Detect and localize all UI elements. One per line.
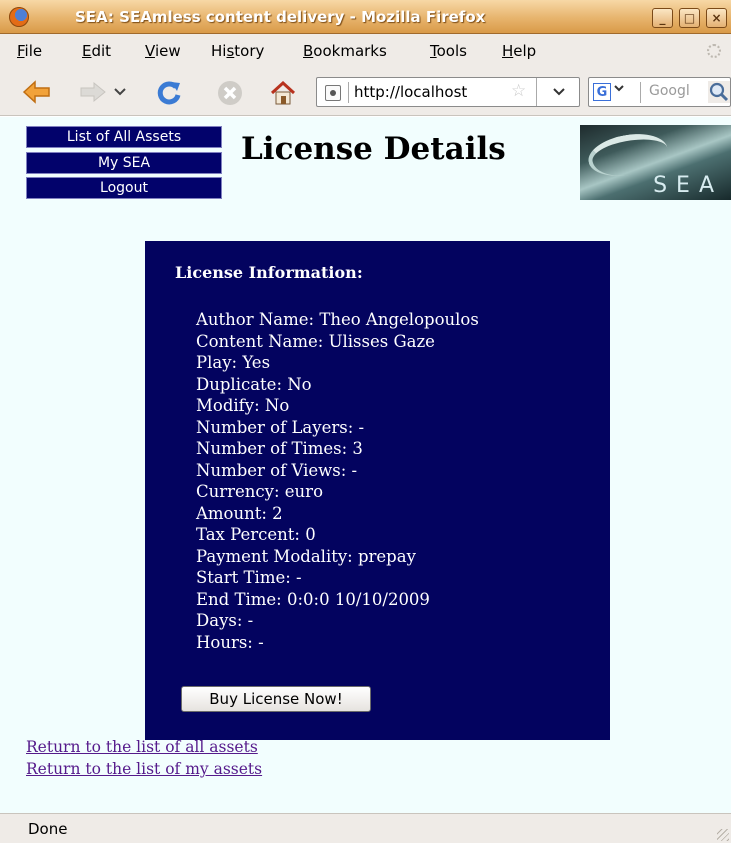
minimize-button[interactable]: _ — [652, 8, 673, 28]
nav-button-logout[interactable]: Logout — [26, 177, 222, 199]
license-amount: Amount: 2 — [196, 503, 283, 523]
maximize-button[interactable]: □ — [679, 8, 700, 28]
license-content-name: Content Name: Ulisses Gaze — [196, 331, 435, 351]
url-bar[interactable]: http://localhost ☆ — [316, 77, 580, 107]
firefox-logo-icon — [9, 7, 29, 27]
license-payment-modality: Payment Modality: prepay — [196, 546, 416, 566]
menu-edit-label: dit — [91, 42, 112, 60]
menu-file-label: ile — [24, 42, 43, 60]
search-input[interactable]: Googl — [649, 83, 690, 99]
resize-grip-icon[interactable] — [717, 829, 729, 841]
close-button[interactable]: × — [706, 8, 727, 28]
status-text: Done — [28, 820, 68, 838]
sea-logo: SEA — [580, 125, 731, 200]
stop-icon — [215, 78, 245, 108]
license-author-name: Author Name: Theo Angelopoulos — [196, 310, 479, 329]
url-dropdown-icon[interactable] — [536, 78, 580, 106]
window-title-bar[interactable]: SEA: SEAmless content delivery - Mozilla… — [0, 0, 731, 34]
license-hours: Hours: - — [196, 632, 264, 652]
license-information-panel: License Information: Author Name: Theo A… — [145, 241, 610, 740]
window-title: SEA: SEAmless content delivery - Mozilla… — [75, 8, 486, 26]
menu-bookmarks-label: ookmarks — [313, 42, 387, 60]
site-identity-icon[interactable] — [325, 85, 341, 101]
license-modify: Modify: No — [196, 396, 290, 415]
license-number-of-times: Number of Times: 3 — [196, 439, 363, 458]
nav-button-my-sea[interactable]: My SEA — [26, 152, 222, 174]
license-tax-percent: Tax Percent: 0 — [196, 525, 316, 544]
link-return-all-assets[interactable]: Return to the list of all assets — [26, 738, 258, 756]
menu-view-label: iew — [154, 42, 181, 60]
license-currency: Currency: euro — [196, 482, 323, 501]
page-title: License Details — [241, 131, 506, 167]
license-days: Days: - — [196, 611, 254, 630]
menu-help-label: elp — [513, 42, 537, 60]
license-heading: License Information: — [175, 263, 363, 282]
license-number-of-views: Number of Views: - — [196, 460, 358, 480]
back-arrow-icon[interactable] — [22, 78, 52, 106]
license-start-time: Start Time: - — [196, 568, 302, 587]
status-bar: Done — [0, 813, 731, 843]
menu-history-prefix: Hi — [211, 42, 227, 60]
link-return-my-assets[interactable]: Return to the list of my assets — [26, 760, 262, 778]
search-bar[interactable]: G Googl — [588, 77, 731, 107]
history-dropdown-icon[interactable] — [112, 84, 128, 100]
buy-license-button[interactable]: Buy License Now! — [181, 686, 371, 712]
menu-view[interactable]: View — [145, 42, 181, 60]
menu-tools-mnemonic: T — [430, 42, 437, 60]
license-play: Play: Yes — [196, 353, 271, 372]
license-end-time: End Time: 0:0:0 10/10/2009 — [196, 589, 430, 609]
menu-history-label: tory — [234, 42, 265, 60]
menu-history[interactable]: History — [211, 42, 264, 60]
license-number-of-layers: Number of Layers: - — [196, 417, 365, 437]
license-details-list: Author Name: Theo Angelopoulos Content N… — [196, 309, 479, 653]
search-separator — [640, 82, 641, 103]
menu-bookmarks-mnemonic: B — [303, 42, 314, 60]
menu-file-mnemonic: F — [17, 42, 25, 60]
nav-button-list-of-all-assets[interactable]: List of All Assets — [26, 126, 222, 148]
bookmark-star-icon[interactable]: ☆ — [511, 81, 526, 101]
license-duplicate: Duplicate: No — [196, 374, 312, 394]
menu-help[interactable]: Help — [502, 42, 536, 60]
throbber-icon — [707, 44, 721, 58]
menu-tools-label: ools — [436, 42, 467, 60]
search-engine-dropdown-icon[interactable] — [614, 83, 624, 96]
forward-arrow-icon — [78, 78, 108, 106]
reload-icon[interactable] — [154, 78, 184, 108]
url-input[interactable]: http://localhost — [354, 83, 467, 101]
menu-help-mnemonic: H — [502, 42, 514, 60]
url-separator — [348, 82, 349, 103]
search-icon[interactable] — [708, 81, 730, 103]
menu-bookmarks[interactable]: Bookmarks — [303, 42, 387, 60]
menu-edit[interactable]: Edit — [82, 42, 111, 60]
page-content: List of All Assets My SEA Logout License… — [0, 117, 731, 813]
home-icon[interactable] — [268, 78, 298, 108]
search-engine-google-icon[interactable]: G — [593, 83, 611, 101]
menu-tools[interactable]: Tools — [430, 42, 467, 60]
logo-text: SEA — [653, 173, 723, 198]
menu-file[interactable]: File — [17, 42, 42, 60]
menu-view-mnemonic: V — [145, 42, 155, 60]
menu-bar: File Edit View History Bookmarks Tools H… — [0, 34, 731, 67]
